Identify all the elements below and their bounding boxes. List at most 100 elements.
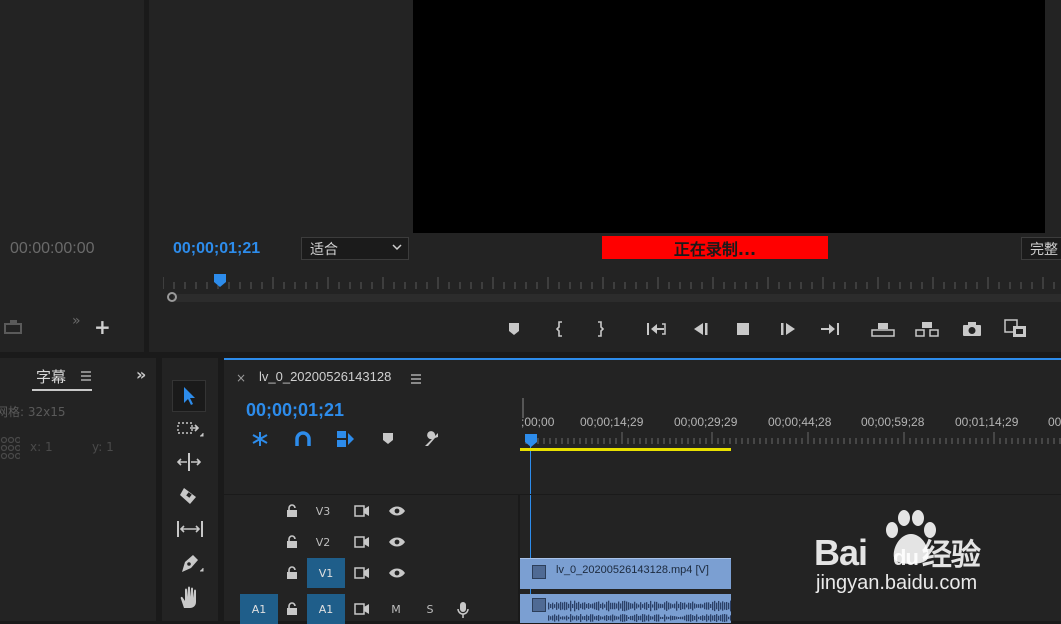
panel-menu-icon[interactable] xyxy=(80,370,92,384)
eye-icon[interactable] xyxy=(388,567,406,582)
go-to-in-icon[interactable] xyxy=(641,318,671,340)
lock-icon[interactable] xyxy=(286,602,298,619)
timeline-menu-icon[interactable] xyxy=(410,373,422,387)
source-monitor-panel: 00:00:00:00 » + xyxy=(0,0,144,352)
fx-badge-icon xyxy=(532,565,546,579)
zoom-scrollbar[interactable] xyxy=(173,294,1061,302)
extract-icon[interactable] xyxy=(912,318,942,340)
snap-magnet-icon[interactable] xyxy=(294,431,312,450)
zoom-select-value: 适合 xyxy=(310,242,338,258)
solo-button[interactable]: S xyxy=(420,594,440,624)
program-video-frame xyxy=(413,0,1045,233)
mark-in-icon[interactable] xyxy=(545,318,575,340)
pen-tool-icon[interactable] xyxy=(178,552,204,577)
track-target-v2[interactable]: V2 xyxy=(308,527,338,557)
lock-icon[interactable] xyxy=(286,535,298,552)
track-target-v1[interactable]: V1 xyxy=(307,558,345,588)
ruler-label: 00;00;59;28 xyxy=(861,415,925,429)
lift-icon[interactable] xyxy=(868,318,898,340)
wrench-settings-icon[interactable] xyxy=(421,430,441,451)
lock-icon[interactable] xyxy=(286,504,298,521)
track-label-v3: V3 xyxy=(315,504,331,518)
track-select-tool-icon[interactable] xyxy=(176,418,204,443)
nest-sequence-icon[interactable] xyxy=(250,430,270,451)
step-back-icon[interactable] xyxy=(685,318,715,340)
comparison-view-icon[interactable] xyxy=(1001,318,1031,340)
x-position: x: 1 xyxy=(30,440,53,454)
baidu-url: jingyan.baidu.com xyxy=(816,572,978,594)
ruler-label: 00;01;14;29 xyxy=(955,415,1019,429)
source-timecode: 00:00:00:00 xyxy=(10,240,95,257)
source-patch-label: A1 xyxy=(251,602,267,616)
tools-panel xyxy=(162,358,218,621)
hand-tool-icon[interactable] xyxy=(178,586,204,613)
paw-logo-icon xyxy=(880,508,942,571)
program-monitor-panel: 00;00;01;21 适合 正在录制... 完整 xyxy=(149,0,1061,352)
sequence-tab-title[interactable]: lv_0_20200526143128 xyxy=(259,369,391,384)
step-forward-icon[interactable] xyxy=(774,318,804,340)
track-label-a1: A1 xyxy=(318,602,334,616)
track-row-a1: A1 A1 M S xyxy=(224,594,518,624)
captions-tab-title[interactable]: 字幕 xyxy=(36,366,66,387)
scroll-handle[interactable] xyxy=(167,292,177,302)
baidu-watermark: Baidu经验 jingyan.baidu.com xyxy=(814,510,1014,600)
chevron-down-icon xyxy=(392,241,402,255)
camera-icon[interactable] xyxy=(957,318,987,340)
ruler-label: ;00;00 xyxy=(521,415,555,429)
mark-out-icon[interactable] xyxy=(585,318,615,340)
brand-bai: Bai xyxy=(814,532,868,573)
sync-lock-icon[interactable] xyxy=(354,603,370,618)
zoom-select[interactable]: 适合 xyxy=(301,237,409,260)
more-controls-icon[interactable]: » xyxy=(72,313,81,329)
slip-tool-icon[interactable] xyxy=(176,518,204,543)
recording-banner: 正在录制... xyxy=(602,236,828,259)
add-marker-icon[interactable] xyxy=(499,318,529,340)
ripple-edit-tool-icon[interactable] xyxy=(176,451,204,476)
grid-label: 网格: 32x15 xyxy=(0,405,66,419)
sync-lock-icon[interactable] xyxy=(354,536,370,551)
program-mini-ruler[interactable] xyxy=(162,277,1061,289)
button-editor-icon[interactable]: + xyxy=(94,317,111,337)
razor-tool-icon[interactable] xyxy=(178,485,202,510)
program-timecode[interactable]: 00;00;01;21 xyxy=(173,240,260,258)
audio-waveform xyxy=(548,600,731,622)
linked-selection-icon[interactable] xyxy=(336,430,356,451)
eye-icon[interactable] xyxy=(388,505,406,520)
eye-icon[interactable] xyxy=(388,536,406,551)
timeline-timecode[interactable]: 00;00;01;21 xyxy=(246,400,344,421)
work-area-bar[interactable] xyxy=(520,448,731,451)
video-clip[interactable]: lv_0_20200526143128.mp4 [V] xyxy=(520,558,731,589)
track-header-divider xyxy=(224,494,1061,495)
export-frame-icon[interactable] xyxy=(2,318,26,336)
add-marker-timeline-icon[interactable] xyxy=(382,432,394,449)
close-tab-icon[interactable]: × xyxy=(236,371,246,385)
source-patch-a1[interactable]: A1 xyxy=(240,594,278,624)
microphone-icon[interactable] xyxy=(456,601,470,622)
audio-clip[interactable] xyxy=(520,594,731,623)
quality-select[interactable]: 完整 xyxy=(1021,237,1061,260)
mute-button[interactable]: M xyxy=(386,594,406,624)
timeline-playhead[interactable] xyxy=(525,434,537,448)
track-row-v3: V3 xyxy=(224,496,518,526)
sync-lock-icon[interactable] xyxy=(354,505,370,520)
quality-select-value: 完整 xyxy=(1030,242,1058,258)
solo-label: S xyxy=(426,602,434,616)
lock-icon[interactable] xyxy=(286,566,298,583)
expand-panels-icon[interactable]: » xyxy=(136,365,146,384)
go-to-out-icon[interactable] xyxy=(815,318,845,340)
track-target-a1[interactable]: A1 xyxy=(307,594,345,624)
playhead-marker[interactable] xyxy=(214,274,226,288)
grid-icon xyxy=(0,436,22,465)
y-position: y: 1 xyxy=(92,440,114,454)
mute-label: M xyxy=(391,602,401,616)
captions-tab-underline xyxy=(32,389,92,391)
track-label-v1: V1 xyxy=(318,566,334,580)
selection-tool-icon[interactable] xyxy=(172,380,206,412)
video-clip-label: lv_0_20200526143128.mp4 [V] xyxy=(556,564,709,576)
stop-icon[interactable] xyxy=(728,318,758,340)
track-target-v3[interactable]: V3 xyxy=(308,496,338,526)
sync-lock-icon[interactable] xyxy=(354,567,370,582)
track-row-v2: V2 xyxy=(224,527,518,557)
ruler-label: 00;00;14;29 xyxy=(580,415,644,429)
ruler-label: 00;00;44;28 xyxy=(768,415,832,429)
